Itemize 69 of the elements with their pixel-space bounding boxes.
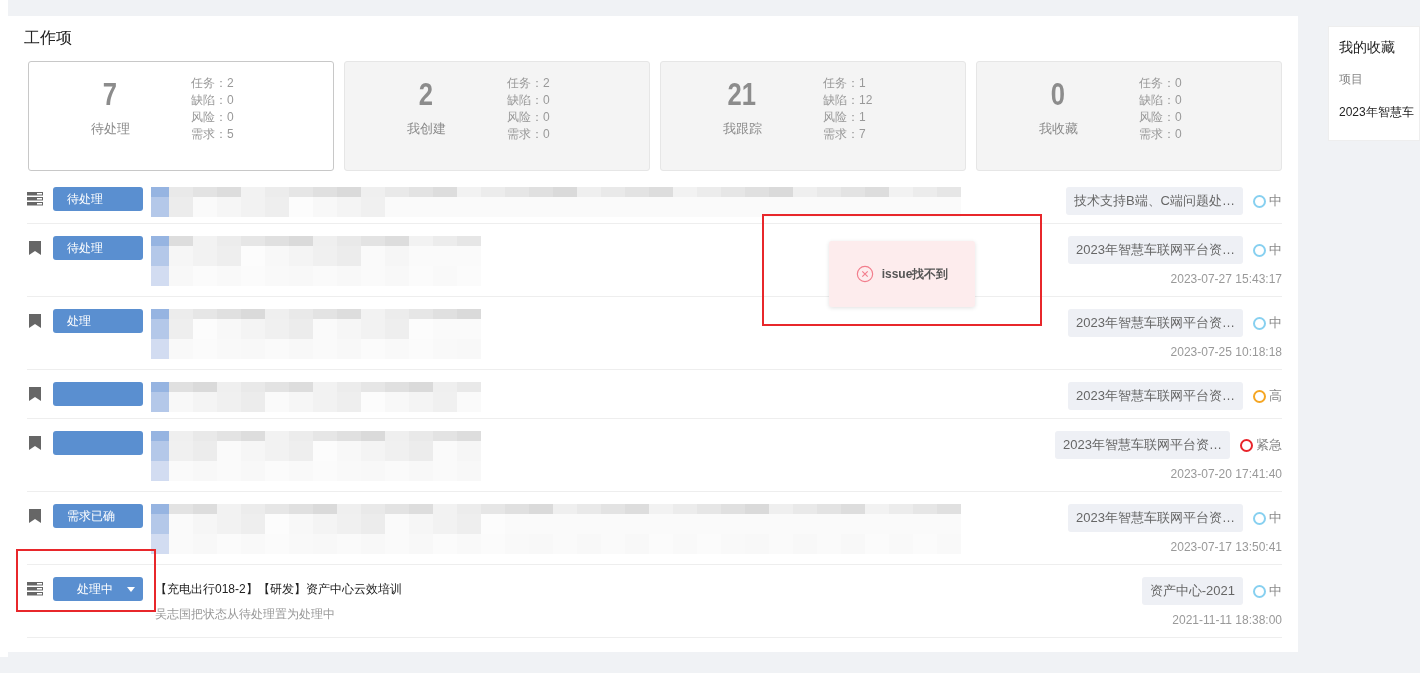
stat-count: 7	[102, 76, 118, 112]
stat-detail: 任务：2	[191, 75, 234, 92]
stat-card[interactable]: 0 我收藏 任务：0 缺陷：0 风险：0 需求：0	[976, 61, 1282, 171]
stat-detail: 需求：0	[1139, 126, 1182, 143]
project-tag[interactable]: 资产中心-2021	[1141, 577, 1243, 605]
project-tag[interactable]: 2023年智慧车联网平台资…	[1068, 382, 1243, 410]
stat-detail: 缺陷：0	[191, 92, 234, 109]
stat-card[interactable]: 21 我跟踪 任务：1 缺陷：12 风险：1 需求：7	[660, 61, 966, 171]
list-icon	[27, 192, 43, 206]
bookmark-icon	[29, 387, 41, 401]
column-header: 项目	[1339, 71, 1364, 88]
status-button[interactable]: 待处理	[53, 187, 143, 211]
stat-label: 待处理	[90, 120, 130, 138]
stat-card[interactable]: 7 待处理 任务：2 缺陷：0 风险：0 需求：5	[28, 61, 334, 171]
stat-detail: 任务：2	[507, 75, 550, 92]
stat-detail: 任务：1	[823, 75, 867, 92]
status-button[interactable]: 处理	[53, 309, 143, 333]
status-button[interactable]	[53, 382, 143, 406]
stat-count: 0	[1050, 76, 1066, 112]
stat-card[interactable]: 2 我创建 任务：2 缺陷：0 风险：0 需求：0	[344, 61, 650, 171]
stat-detail: 风险：0	[507, 109, 550, 126]
project-tag[interactable]: 2023年智慧车联网平台资…	[1068, 309, 1243, 337]
project-tag[interactable]: 2023年智慧车联网平台资…	[1068, 236, 1243, 264]
status-button[interactable]: 处理中	[53, 577, 143, 601]
priority-label: 紧急	[1256, 436, 1282, 454]
bookmark-icon	[29, 509, 41, 523]
error-icon	[855, 265, 874, 283]
priority-label: 高	[1269, 387, 1282, 405]
stat-count: 21	[727, 76, 757, 112]
project-tag[interactable]: 技术支持B端、C端问题处…	[1065, 187, 1243, 215]
stat-detail: 风险：0	[191, 109, 234, 126]
stat-detail: 任务：0	[1139, 75, 1182, 92]
bookmark-icon	[29, 241, 41, 255]
project-tag[interactable]: 2023年智慧车联网平台资…	[1055, 431, 1230, 459]
section-title: 工作项	[24, 28, 73, 48]
stat-detail: 缺陷：12	[823, 92, 873, 109]
project-tag[interactable]: 2023年智慧车联网平台资…	[1068, 504, 1243, 532]
timestamp: 2023-07-20 17:41:40	[1170, 467, 1282, 481]
priority-label: 中	[1269, 192, 1282, 210]
bookmark-icon	[29, 436, 41, 450]
stat-detail: 需求：7	[823, 126, 867, 143]
timestamp: 2023-07-27 15:43:17	[1170, 272, 1282, 286]
stat-detail: 需求：5	[191, 126, 234, 143]
stat-detail: 风险：1	[823, 109, 867, 126]
timestamp: 2023-07-17 13:50:41	[1170, 540, 1282, 554]
stat-detail: 缺陷：0	[507, 92, 550, 109]
favorites-title: 我的收藏	[1339, 39, 1396, 57]
stat-detail: 缺陷：0	[1139, 92, 1182, 109]
item-title[interactable]: 【充电出行018-2】【研发】资产中心云效培训	[155, 577, 1022, 598]
stat-detail: 风险：0	[1139, 109, 1182, 126]
priority-label: 中	[1269, 241, 1282, 259]
toast-message: issue找不到	[881, 265, 949, 283]
status-button[interactable]: 需求已确	[53, 504, 143, 528]
priority-label: 中	[1269, 582, 1282, 600]
timestamp: 2023-07-25 10:18:18	[1170, 345, 1282, 359]
stat-label: 我跟踪	[722, 120, 762, 138]
stat-detail: 需求：0	[507, 126, 550, 143]
favorite-item[interactable]: 2023年智慧车	[1339, 104, 1419, 121]
bookmark-icon	[29, 314, 41, 328]
timestamp: 2021-11-11 18:38:00	[1172, 613, 1282, 627]
status-button[interactable]: 待处理	[53, 236, 143, 260]
status-button[interactable]	[53, 431, 143, 455]
activity-text: 吴志国把状态从待处理置为处理中	[155, 606, 336, 623]
stat-label: 我收藏	[1038, 120, 1078, 138]
priority-label: 中	[1269, 314, 1282, 332]
stat-label: 我创建	[406, 120, 446, 138]
priority-label: 中	[1269, 509, 1282, 527]
list-icon	[27, 582, 43, 596]
stat-count: 2	[418, 76, 434, 112]
